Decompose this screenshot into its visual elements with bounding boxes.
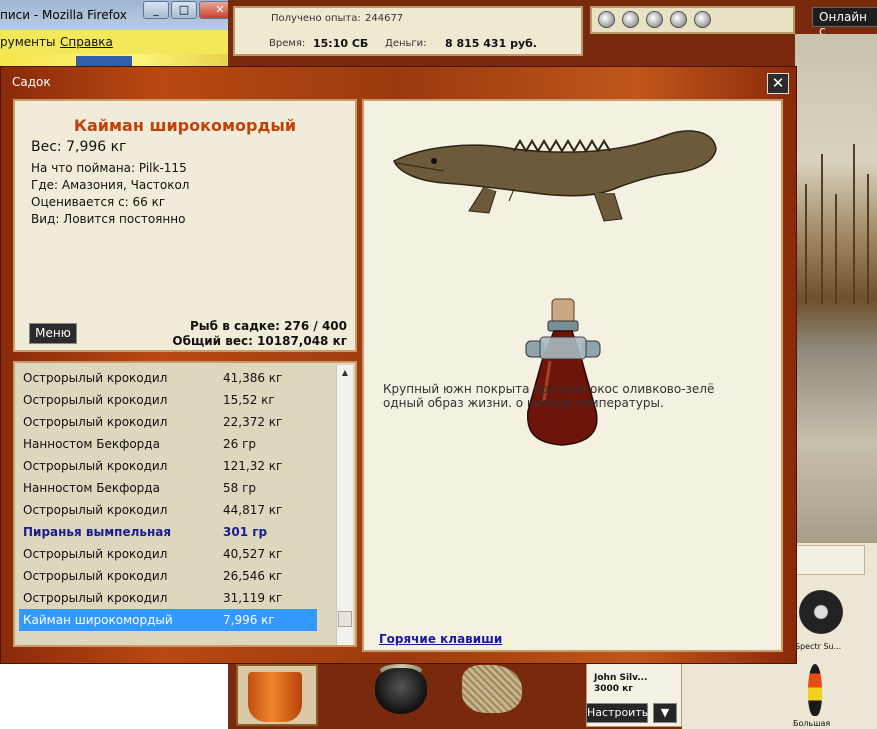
fish-row-weight: 7,996 кг (223, 613, 275, 627)
list-item[interactable]: Нанностом Бекфорда 26 гр (19, 433, 317, 455)
list-item[interactable]: Острорылый крокодил 121,32 кг (19, 455, 317, 477)
online-button[interactable]: Онлайн с (812, 7, 877, 38)
line-label: Spectr Su... (795, 642, 842, 651)
fish-row-name: Острорылый крокодил (23, 569, 168, 583)
menu-help[interactable]: Справка (60, 35, 113, 49)
dropdown-button[interactable]: ▼ (653, 703, 677, 723)
menu-button[interactable]: Меню (29, 323, 77, 344)
bait-pot-icon[interactable] (375, 668, 427, 714)
keepnet-icon[interactable] (462, 665, 522, 713)
scroll-thumb[interactable] (338, 611, 352, 627)
fish-info-panel: Кайман широкомордый Вес: 7,996 кг На что… (13, 99, 357, 352)
scroll-up-icon[interactable]: ▲ (339, 368, 351, 380)
fish-row-name: Острорылый крокодил (23, 371, 168, 385)
fish-bait: На что поймана: Pilk-115 (31, 161, 187, 175)
line-spool-icon[interactable] (799, 590, 843, 634)
fish-row-name: Острорылый крокодил (23, 591, 168, 605)
fish-picture-panel: Крупный южн покрыта прочной окос оливков… (362, 99, 783, 652)
money-label: Деньги: (385, 38, 427, 49)
fish-row-weight: 22,372 кг (223, 415, 283, 429)
fish-row-name: Острорылый крокодил (23, 547, 168, 561)
total-weight: Общий вес: 10187,048 кг (172, 334, 347, 348)
window-title: Садок (12, 75, 51, 89)
fish-row-name: Нанностом Бекфорда (23, 437, 160, 451)
list-item[interactable]: Кайман широкомордый 7,996 кг (19, 609, 317, 631)
fish-row-name: Кайман широкомордый (23, 613, 173, 627)
lake-scene (795, 34, 877, 544)
exp-value: 244677 (365, 13, 404, 24)
minimize-button[interactable]: _ (143, 1, 169, 19)
hook-icon[interactable] (622, 11, 639, 28)
list-item[interactable]: Нанностом Бекфорда 58 гр (19, 477, 317, 499)
money-value: 8 815 431 руб. (445, 37, 537, 50)
hotkeys-link[interactable]: Горячие клавиши (379, 632, 502, 646)
list-item[interactable]: Острорылый крокодил 26,546 кг (19, 565, 317, 587)
fish-row-weight: 44,817 кг (223, 503, 283, 517)
potion-bottle-image (525, 298, 601, 446)
fish-row-weight: 40,527 кг (223, 547, 283, 561)
fish-row-name: Нанностом Бекфорда (23, 481, 160, 495)
fish-location: Где: Амазония, Частокол (31, 178, 190, 192)
fish-kind: Вид: Ловится постоянно (31, 212, 186, 226)
time-label: Время: (269, 38, 306, 49)
fish-row-weight: 301 гр (223, 525, 268, 539)
list-item[interactable]: Острорылый крокодил 15,52 кг (19, 389, 317, 411)
fish-row-weight: 41,386 кг (223, 371, 283, 385)
fish-value: Оценивается с: 66 кг (31, 195, 166, 209)
bucket-icon (248, 672, 302, 722)
hook-icon[interactable] (646, 11, 663, 28)
fish-row-name: Острорылый крокодил (23, 459, 168, 473)
hook-icon[interactable] (670, 11, 687, 28)
tackle-strip (795, 545, 865, 575)
maximize-button[interactable]: □ (171, 1, 197, 19)
fish-row-weight: 26 гр (223, 437, 257, 451)
sadok-window: Садок ✕ Кайман широкомордый Вес: 7,996 к… (0, 66, 797, 664)
player-info-panel: Получено опыта: 244677 Время: 15:10 СБ Д… (233, 6, 583, 56)
fish-description: Крупный южн покрыта прочной окос оливков… (383, 382, 715, 410)
reel-name: John Silv... (594, 673, 648, 683)
caiman-image (393, 130, 717, 222)
fish-name: Кайман широкомордый (73, 116, 297, 135)
hook-slots (590, 6, 795, 34)
fish-row-weight: 58 гр (223, 481, 257, 495)
list-scrollbar[interactable]: ▲ (336, 365, 353, 645)
fish-weight: Вес: 7,996 кг (31, 139, 127, 155)
reel-weight: 3000 кг (594, 684, 633, 694)
fish-row-name: Острорылый крокодил (23, 415, 168, 429)
list-item[interactable]: Пиранья вымпельная 301 гр (19, 521, 317, 543)
fish-row-weight: 31,119 кг (223, 591, 283, 605)
time-value: 15:10 СБ (313, 37, 369, 50)
browser-title: писи - Mozilla Firefox (0, 8, 127, 22)
hook-icon[interactable] (694, 11, 711, 28)
fish-list: Острорылый крокодил 41,386 кг Острорылый к… (13, 361, 357, 647)
fish-row-weight: 15,52 кг (223, 393, 275, 407)
bucket-slot[interactable] (236, 664, 318, 726)
close-button[interactable]: ✕ (767, 73, 789, 94)
setup-button[interactable]: Настроить (586, 703, 648, 723)
hook-icon[interactable] (598, 11, 615, 28)
fish-row-name: Пиранья вымпельная (23, 525, 172, 539)
fish-row-name: Острорылый крокодил (23, 393, 168, 407)
fish-row-weight: 26,546 кг (223, 569, 283, 583)
browser-menubar: рументы Справка (0, 30, 232, 54)
list-item[interactable]: Острорылый крокодил 40,527 кг (19, 543, 317, 565)
list-item[interactable]: Острорылый крокодил 44,817 кг (19, 499, 317, 521)
fish-count: Рыб в садке: 276 / 400 (190, 319, 347, 333)
list-item[interactable]: Острорылый крокодил 31,119 кг (19, 587, 317, 609)
float-icon[interactable] (808, 664, 822, 716)
list-item[interactable]: Острорылый крокодил 22,372 кг (19, 411, 317, 433)
fish-row-weight: 121,32 кг (223, 459, 283, 473)
exp-label: Получено опыта: (271, 13, 361, 24)
fish-illustration (393, 130, 717, 446)
toolbar-field (76, 56, 132, 66)
fish-row-name: Острорылый крокодил (23, 503, 168, 517)
browser-titlebar: писи - Mozilla Firefox _ □ ✕ (0, 0, 241, 30)
list-item[interactable]: Острорылый крокодил 41,386 кг (19, 367, 317, 389)
float-label: Большая (793, 719, 831, 728)
menu-tools[interactable]: рументы (0, 35, 55, 49)
